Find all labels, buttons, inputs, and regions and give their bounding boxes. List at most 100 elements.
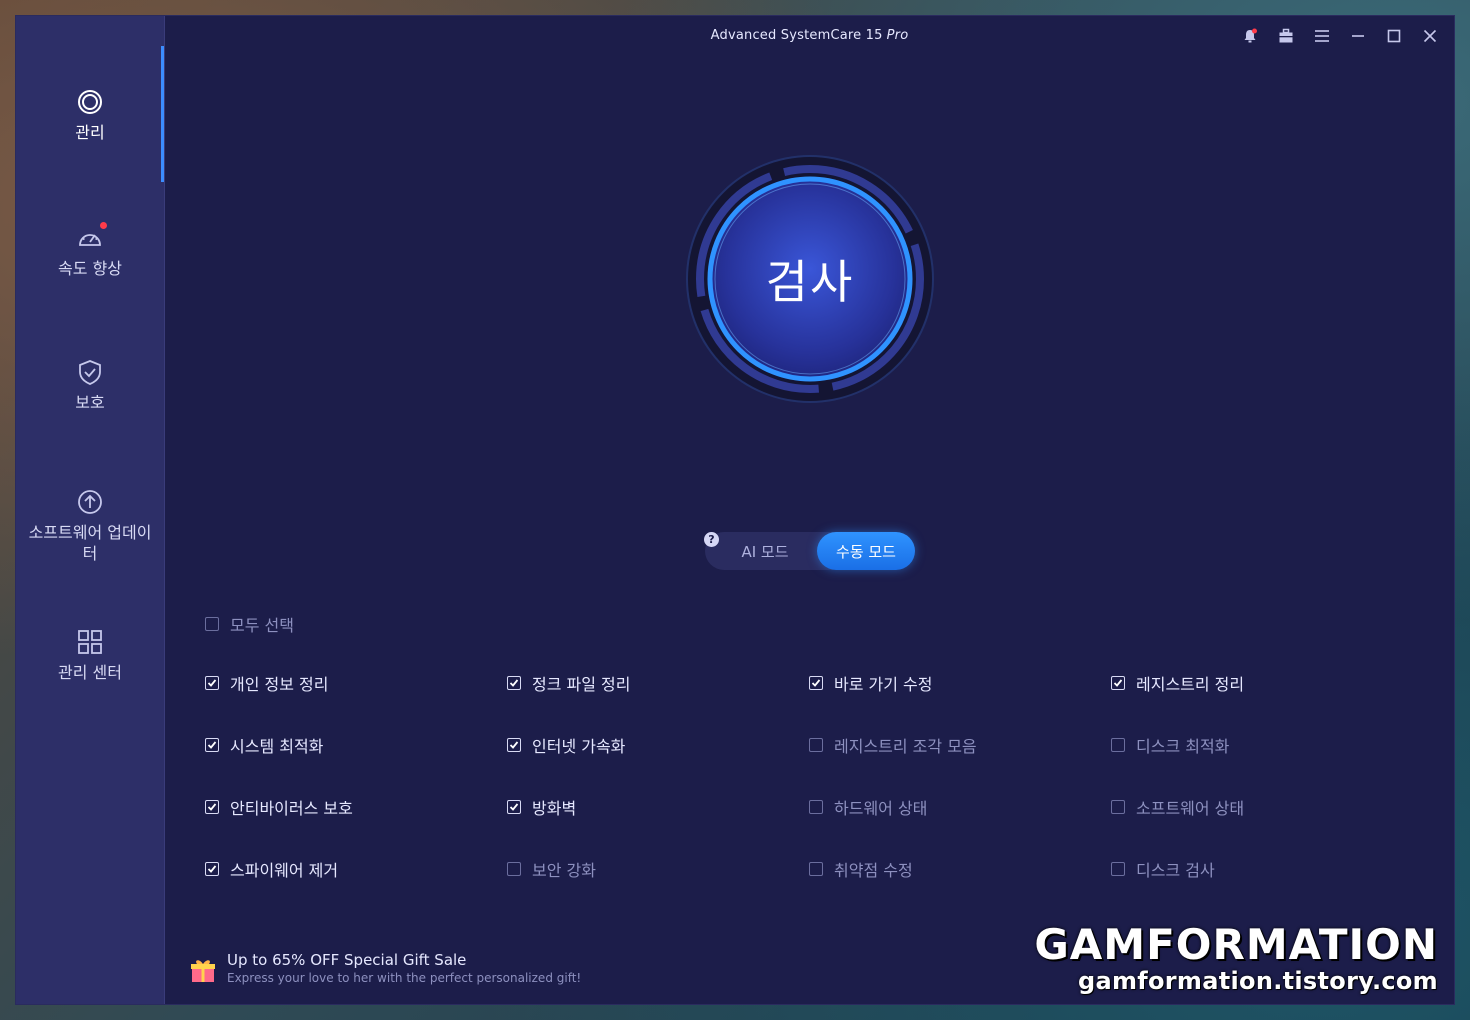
scan-option-label: 취약점 수정 bbox=[834, 861, 913, 880]
notification-bell-icon bbox=[1244, 28, 1257, 43]
checkmark-icon bbox=[1113, 679, 1123, 687]
sidebar-item-speedup[interactable]: 속도 향상 bbox=[16, 222, 164, 279]
scan-option-label: 스파이웨어 제거 bbox=[230, 861, 339, 880]
scan-option-checkbox[interactable]: 시스템 최적화 bbox=[205, 733, 323, 757]
care-ring-icon bbox=[78, 90, 102, 114]
scan-option-label: 디스크 검사 bbox=[1136, 861, 1215, 880]
watermark: GAMFORMATION gamformation.tistory.com bbox=[998, 922, 1438, 995]
checkmark-icon bbox=[207, 741, 217, 749]
checkbox-checked bbox=[205, 862, 219, 876]
scan-option-checkbox[interactable]: 바로 가기 수정 bbox=[809, 671, 933, 695]
scan-option-checkbox[interactable]: 안티바이러스 보호 bbox=[205, 795, 353, 819]
checkmark-icon bbox=[207, 803, 217, 811]
scan-option-checkbox[interactable]: 방화벽 bbox=[507, 795, 576, 819]
scan-option-checkbox[interactable]: 하드웨어 상태 bbox=[809, 795, 927, 819]
maximize-icon bbox=[1387, 29, 1401, 43]
scan-option-checkbox[interactable]: 스파이웨어 제거 bbox=[205, 857, 338, 881]
checkbox-unchecked bbox=[809, 800, 823, 814]
scan-option-label: 레지스트리 정리 bbox=[1136, 675, 1245, 694]
scan-option-checkbox[interactable]: 개인 정보 정리 bbox=[205, 671, 329, 695]
scan-option-label: 정크 파일 정리 bbox=[532, 675, 631, 694]
checkbox-checked bbox=[205, 800, 219, 814]
mode-toggle: AI 모드 수동 모드 bbox=[705, 532, 915, 570]
scan-option-label: 바로 가기 수정 bbox=[834, 675, 933, 694]
sidebar-item-software-updater[interactable]: 소프트웨어 업데이터 bbox=[16, 488, 164, 564]
scan-option-checkbox[interactable]: 정크 파일 정리 bbox=[507, 671, 631, 695]
ai-mode-button[interactable]: AI 모드 bbox=[715, 532, 815, 570]
toolbox-button[interactable] bbox=[1268, 26, 1304, 46]
select-all-label: 모두 선택 bbox=[230, 616, 294, 635]
checkbox-unchecked bbox=[507, 862, 521, 876]
checkbox-checked bbox=[205, 738, 219, 752]
scan-option-label: 인터넷 가속화 bbox=[532, 737, 626, 756]
edition-label: Pro bbox=[886, 28, 909, 43]
checkmark-icon bbox=[811, 679, 821, 687]
checkbox-unchecked bbox=[1111, 738, 1125, 752]
menu-button[interactable] bbox=[1304, 26, 1340, 46]
checkbox-unchecked bbox=[1111, 862, 1125, 876]
scan-option-checkbox[interactable]: 디스크 검사 bbox=[1111, 857, 1215, 881]
app-window: 관리 속도 향상 보호 소프트웨어 업데이터 관리 센터 Advanced Sy… bbox=[16, 16, 1454, 1004]
checkbox-checked bbox=[1111, 676, 1125, 690]
scan-option-checkbox[interactable]: 보안 강화 bbox=[507, 857, 596, 881]
sidebar: 관리 속도 향상 보호 소프트웨어 업데이터 관리 센터 bbox=[16, 16, 165, 1004]
checkbox-checked bbox=[507, 676, 521, 690]
gift-icon bbox=[191, 960, 215, 982]
checkmark-icon bbox=[509, 741, 519, 749]
scan-option-checkbox[interactable]: 디스크 최적화 bbox=[1111, 733, 1229, 757]
watermark-url: gamformation.tistory.com bbox=[1077, 967, 1438, 995]
checkbox-checked bbox=[205, 676, 219, 690]
scan-option-checkbox[interactable]: 레지스트리 조각 모음 bbox=[809, 733, 977, 757]
close-button[interactable] bbox=[1412, 26, 1448, 46]
close-icon bbox=[1423, 29, 1437, 43]
checkmark-icon bbox=[509, 803, 519, 811]
checkmark-icon bbox=[509, 679, 519, 687]
checkbox-checked bbox=[507, 800, 521, 814]
scan-option-label: 하드웨어 상태 bbox=[834, 799, 928, 818]
promo-banner[interactable]: Up to 65% OFF Special Gift Sale Express … bbox=[189, 950, 581, 986]
checkbox-checked bbox=[507, 738, 521, 752]
sidebar-item-protect[interactable]: 보호 bbox=[16, 358, 164, 413]
scan-option-checkbox[interactable]: 레지스트리 정리 bbox=[1111, 671, 1244, 695]
promo-subtitle: Express your love to her with the perfec… bbox=[227, 971, 582, 985]
notification-badge bbox=[100, 222, 107, 229]
sidebar-item-label: 관리 센터 bbox=[58, 663, 122, 682]
scan-option-label: 레지스트리 조각 모음 bbox=[834, 737, 977, 756]
scan-option-checkbox[interactable]: 소프트웨어 상태 bbox=[1111, 795, 1244, 819]
scan-label: 검사 bbox=[765, 255, 855, 309]
sidebar-item-label: 속도 향상 bbox=[58, 259, 122, 278]
titlebar-controls bbox=[1232, 26, 1448, 46]
manual-mode-button[interactable]: 수동 모드 bbox=[817, 532, 915, 570]
sidebar-item-label: 보호 bbox=[75, 393, 105, 412]
promo-title[interactable]: Up to 65% OFF Special Gift Sale bbox=[227, 950, 581, 970]
minimize-icon bbox=[1352, 35, 1364, 37]
sidebar-item-label: 소프트웨어 업데이터 bbox=[28, 523, 152, 563]
shield-check-icon bbox=[79, 360, 101, 385]
scan-option-label: 안티바이러스 보호 bbox=[230, 799, 353, 818]
checkmark-icon bbox=[207, 865, 217, 873]
main-panel: Advanced SystemCare 15 Pro 검사 AI 모드 수동 모… bbox=[165, 16, 1454, 1004]
checkbox-unchecked bbox=[1111, 800, 1125, 814]
checkbox-unchecked bbox=[809, 738, 823, 752]
scan-option-label: 디스크 최적화 bbox=[1136, 737, 1230, 756]
scan-option-label: 방화벽 bbox=[532, 799, 577, 818]
update-arrow-icon bbox=[78, 490, 102, 514]
checkbox-box bbox=[205, 617, 219, 631]
notification-button[interactable] bbox=[1232, 26, 1268, 46]
maximize-button[interactable] bbox=[1376, 26, 1412, 46]
sidebar-item-label: 관리 bbox=[75, 123, 105, 142]
scan-option-checkbox[interactable]: 인터넷 가속화 bbox=[507, 733, 625, 757]
toolbox-icon bbox=[1279, 28, 1293, 43]
checkbox-unchecked bbox=[809, 862, 823, 876]
checkmark-icon bbox=[207, 679, 217, 687]
help-icon[interactable]: ? bbox=[704, 532, 719, 547]
menu-icon bbox=[1315, 30, 1329, 42]
sidebar-item-action-center[interactable]: 관리 센터 bbox=[16, 628, 164, 683]
scan-option-checkbox[interactable]: 취약점 수정 bbox=[809, 857, 913, 881]
select-all-checkbox[interactable]: 모두 선택 bbox=[205, 612, 294, 636]
minimize-button[interactable] bbox=[1340, 26, 1376, 46]
sidebar-item-care[interactable]: 관리 bbox=[16, 88, 164, 143]
grid-icon bbox=[78, 630, 102, 654]
scan-button[interactable]: 검사 bbox=[685, 154, 935, 404]
speedometer-icon bbox=[79, 234, 101, 246]
